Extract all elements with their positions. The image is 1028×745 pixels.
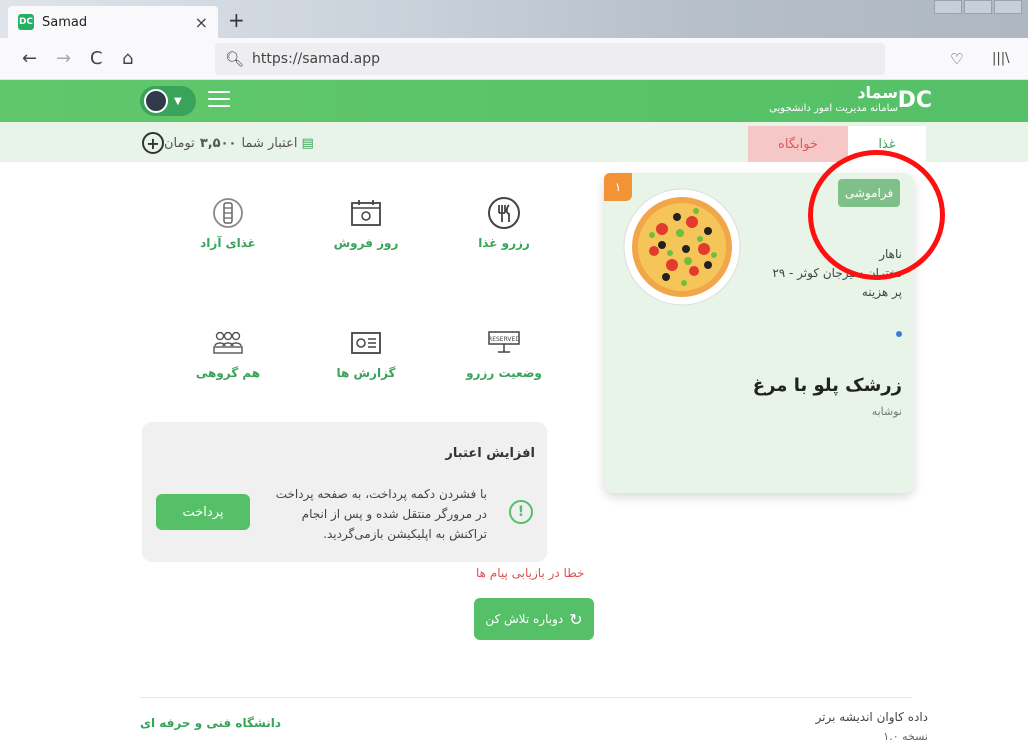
library-icon[interactable]: |||\ [992,51,1010,66]
svg-text:RESERVED: RESERVED [488,336,520,343]
favicon-icon: DC [18,14,34,30]
close-tab-icon[interactable]: × [195,13,208,32]
close-window-button[interactable] [994,0,1022,14]
browser-tab-bar: DC Samad × + [0,0,1028,38]
messages-error-text: خطا در بازیابی پیام ها [476,566,585,580]
utensils-icon [487,196,521,230]
maximize-button[interactable] [964,0,992,14]
credit-box-text: با فشردن دکمه پرداخت، به صفحه پرداخت در … [275,487,487,541]
status-dot [896,331,902,337]
url-text[interactable]: https://samad.app [252,51,380,67]
search-icon: 🔍︎ [225,50,245,68]
tile-label: هم گروهی [195,366,261,380]
avatar [144,89,168,113]
tab-title: Samad [42,14,88,30]
tile-label: رزرو غذا [478,236,530,250]
footer-divider [140,697,912,698]
report-icon [349,326,383,360]
user-menu[interactable]: ▼ [140,86,196,116]
pizza-image [623,188,741,306]
footer-version: نسخه ۱.۰ [883,730,928,743]
retry-label: دوباره تلاش کن [485,612,564,626]
reserved-icon: RESERVED [487,326,521,360]
refresh-icon: ↻ [569,609,583,629]
hamburger-menu-icon[interactable] [208,91,230,107]
cost-type: پر هزینه [861,285,902,299]
credit-display: ▤ اعتبار شما ۳,۵۰۰ تومان + [140,132,314,154]
tile-label: غذای آزاد [200,236,256,250]
home-icon[interactable]: ⌂ [122,48,133,69]
group-icon [211,326,245,360]
retry-button[interactable]: ↻ دوباره تلاش کن [474,598,594,640]
footer-company: داده کاوان اندیشه برتر [815,710,928,724]
new-tab-button[interactable]: + [228,8,245,32]
calendar-icon [349,196,383,230]
credit-amount: ۳,۵۰۰ [199,135,237,151]
tile-reserve-food[interactable]: رزرو غذا [444,196,564,250]
back-arrow-icon[interactable]: ← [22,48,37,69]
app-header: ▼ سماد سامانه مدیریت امور دانشجویی DC [0,80,1028,122]
credit-box-title: افزایش اعتبار [445,446,535,461]
reload-icon[interactable]: C [90,48,103,69]
tab-dormitory[interactable]: خوابگاه [748,126,848,162]
food-extra: نوشابه [871,405,902,418]
wallet-icon: ▤ [301,135,314,151]
info-icon: ! [509,500,533,524]
minimize-button[interactable] [934,0,962,14]
pocket-icon[interactable]: ♡ [950,50,963,68]
browser-nav-bar: ← → C ⌂ 🔍︎ https://samad.app ♡ |||\ [0,38,1028,80]
tile-reserve-status[interactable]: RESERVED وضعیت رزرو [444,326,564,380]
credit-unit: تومان [164,135,195,151]
brand-subtitle: سامانه مدیریت امور دانشجویی [769,103,898,114]
pay-button[interactable]: پرداخت [156,494,250,530]
forward-arrow-icon[interactable]: → [56,48,71,69]
brand-title: سماد [857,83,898,102]
brand: سماد سامانه مدیریت امور دانشجویی [769,84,898,116]
food-name: زرشک پلو با مرغ [752,375,902,396]
tile-label: وضعیت رزرو [466,366,542,380]
chevron-down-icon: ▼ [174,95,182,107]
footer-university-link[interactable]: دانشگاه فنی و حرفه ای [140,716,281,730]
credit-label: اعتبار شما [241,135,298,151]
free-food-icon [211,196,245,230]
tile-reports[interactable]: گزارش ها [306,326,426,380]
tile-free-food[interactable]: غذای آزاد [168,196,288,250]
tile-group[interactable]: هم گروهی [168,326,288,380]
url-bar[interactable]: 🔍︎ https://samad.app [215,43,885,75]
increase-credit-box: افزایش اعتبار ! با فشردن دکمه پرداخت، به… [142,422,547,562]
samad-logo-icon: DC [897,88,932,113]
tile-label: روز فروش [333,236,399,250]
window-controls [934,0,1022,14]
browser-tab[interactable]: DC Samad × [8,6,218,38]
red-highlight-circle [808,150,945,280]
add-credit-button[interactable]: + [142,132,164,154]
tile-sale-day[interactable]: روز فروش [306,196,426,250]
tile-label: گزارش ها [336,366,396,380]
